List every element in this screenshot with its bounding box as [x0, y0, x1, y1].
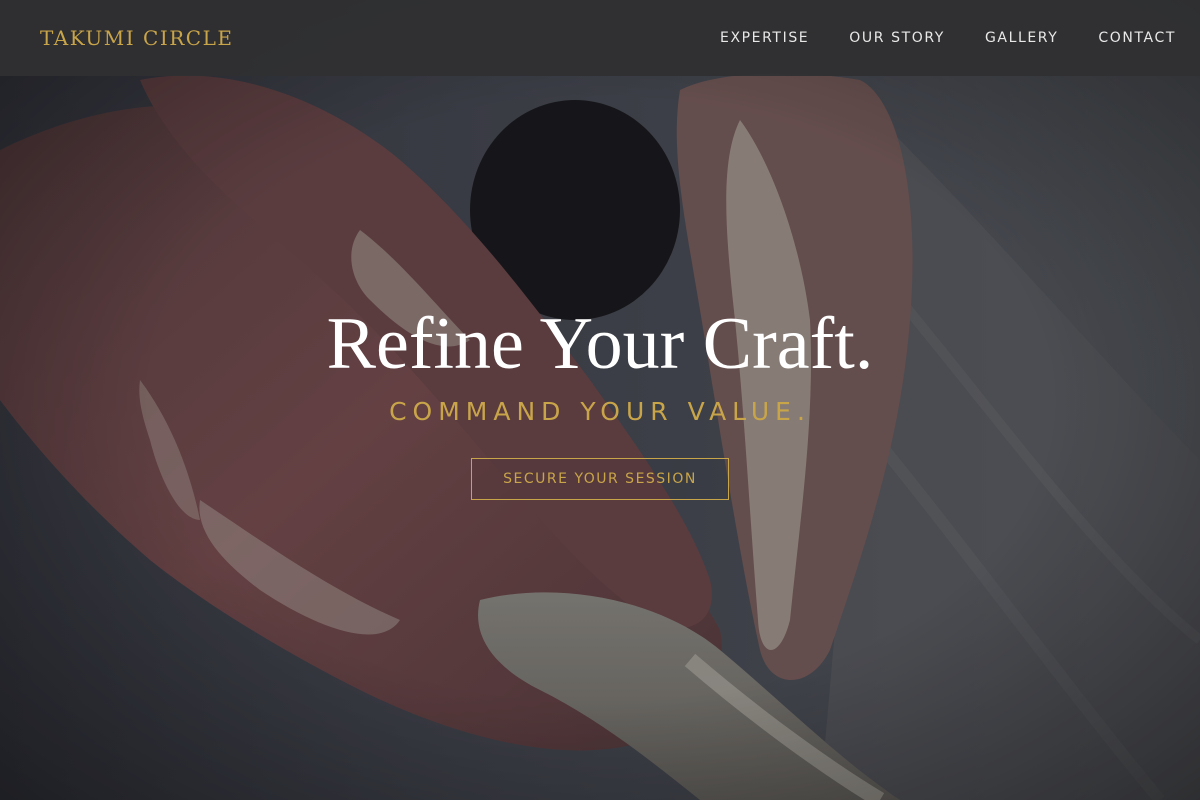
- hero-subtitle: COMMAND YOUR VALUE.: [389, 397, 811, 426]
- brand-logo-text[interactable]: TAKUMI CIRCLE: [40, 26, 233, 50]
- top-navbar: TAKUMI CIRCLE EXPERTISE OUR STORY GALLER…: [0, 0, 1200, 76]
- hero-section: Refine Your Craft. COMMAND YOUR VALUE. S…: [0, 300, 1200, 500]
- nav-link-expertise[interactable]: EXPERTISE: [720, 30, 809, 46]
- primary-nav: EXPERTISE OUR STORY GALLERY CONTACT: [720, 30, 1176, 46]
- nav-link-contact[interactable]: CONTACT: [1098, 30, 1176, 46]
- hero-title: Refine Your Craft.: [326, 303, 874, 385]
- cta-container: SECURE YOUR SESSION: [0, 458, 1200, 500]
- secure-session-button[interactable]: SECURE YOUR SESSION: [471, 458, 729, 500]
- nav-link-gallery[interactable]: GALLERY: [985, 30, 1058, 46]
- nav-link-our-story[interactable]: OUR STORY: [849, 30, 945, 46]
